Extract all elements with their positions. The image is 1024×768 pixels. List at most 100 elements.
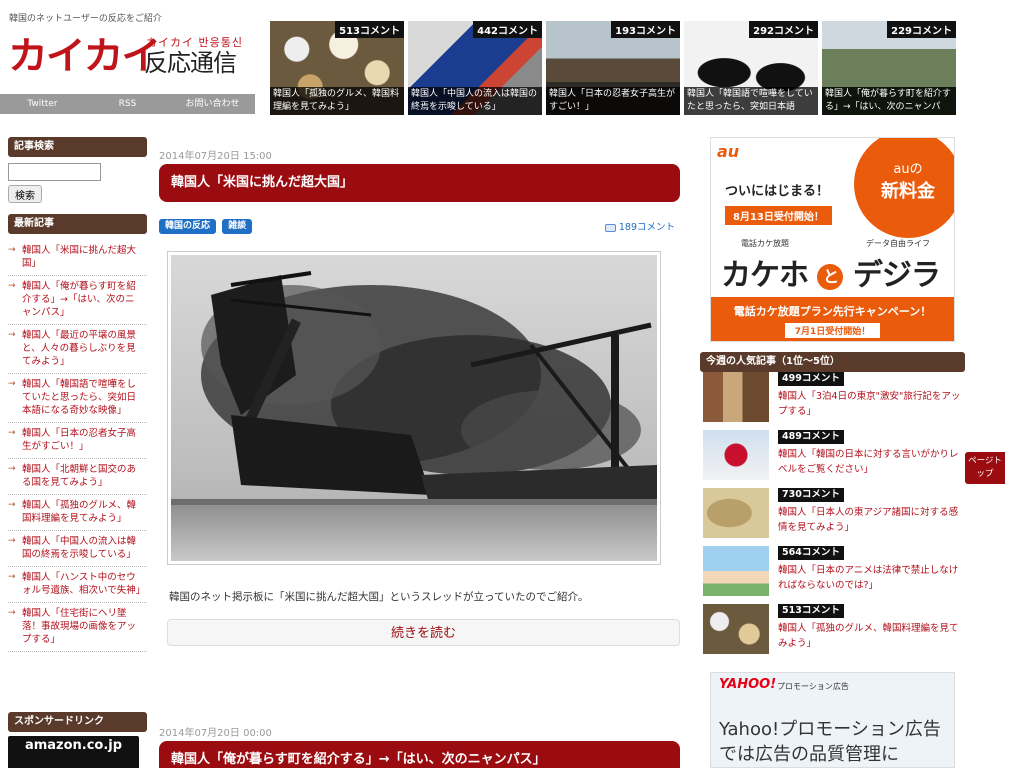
ad-tag-left: 電話カケ放題 [741,239,789,248]
popular-thumb-map [703,488,769,538]
popular-thumb-flag [703,430,769,480]
thumb-caption: 韓国人「韓国語で喧嘩をしていたと思ったら、突如日本語 [684,87,818,115]
list-item: 韓国人「中国人の流入は韓国の終焉を示唆している」 [8,531,147,567]
latest-link[interactable]: 韓国人「日本の忍者女子高生がすごい！」 [22,428,136,452]
search-button[interactable]: 検索 [8,185,42,203]
popular-count: 513コメント [778,604,844,618]
list-item: 韓国人「米国に挑んだ超大国」 [8,240,147,276]
list-item[interactable]: 489コメント 韓国人「韓国の日本に対する言いがかりレベルをご覧ください」 [700,430,965,488]
list-item: 韓国人「韓国語で喧嘩をしていたと思ったら、突如日本語になる奇妙な映像」 [8,374,147,423]
popular-thumb [703,372,769,422]
latest-link[interactable]: 韓国人「孤独のグルメ、韓国料理編を見てみよう」 [22,500,136,524]
thumb-comment-count: 442コメント [473,21,542,38]
post-photo[interactable] [167,251,661,565]
yahoo-label: プロモーション広告 [777,682,849,691]
ad-foot2: 7月1日受付開始！ [784,323,881,338]
comment-count[interactable]: 189コメント [604,219,675,233]
ad-footer: 電話カケ放題プラン先行キャンペーン！ 7月1日受付開始！ [711,297,954,341]
ad-line1: ついにはじまる！ [725,184,830,199]
thumb-comment-count: 229コメント [887,21,956,38]
nav-contact[interactable]: お問い合わせ [170,94,255,114]
au-ad-banner[interactable]: au auの 新料金 ついにはじまる！ 8月13日受付開始！ 電話カケ放題 デー… [710,137,955,342]
popular-title[interactable]: 韓国人「日本人の東アジア諸国に対する感情を見てみよう」 [778,505,965,535]
yahoo-ad-banner[interactable]: YAHOO! プロモーション広告 Yahoo!プロモーション広告では広告の品質管… [710,672,955,768]
latest-link[interactable]: 韓国人「北朝鮮と国交のある国を見てみよう」 [22,464,136,488]
latest-link[interactable]: 韓国人「中国人の流入は韓国の終焉を示唆している」 [22,536,136,560]
popular-title[interactable]: 韓国人「孤独のグルメ、韓国料理編を見てみよう」 [778,621,965,651]
search-heading: 記事検索 [8,137,147,157]
popular-title[interactable]: 韓国人「韓国の日本に対する言いがかりレベルをご覧ください」 [778,447,965,477]
sidebar-latest: 最新記事 韓国人「米国に挑んだ超大国」 韓国人「俺が暮らす町を紹介する」→「はい… [8,214,147,652]
battleship-photo [171,255,657,561]
latest-link[interactable]: 韓国人「米国に挑んだ超大国」 [22,245,136,269]
featured-thumbnails: 513コメント 韓国人「孤独のグルメ、韓国料理編を見てみよう」 442コメント … [270,21,956,115]
latest-link[interactable]: 韓国人「俺が暮らす町を紹介する」→「はい、次のニャンパス」 [22,281,136,318]
list-item: 韓国人「孤独のグルメ、韓国料理編を見てみよう」 [8,495,147,531]
thumb-caption: 韓国人「俺が暮らす町を紹介する」→「はい、次のニャンパ [822,87,956,115]
list-item: 韓国人「北朝鮮と国交のある国を見てみよう」 [8,459,147,495]
thumb-caption: 韓国人「孤独のグルメ、韓国料理編を見てみよう」 [270,87,404,115]
nav-rss[interactable]: RSS [85,94,170,114]
page-top-button[interactable]: ページトップ [965,452,1005,484]
comment-bubble-icon [604,223,616,232]
list-item[interactable]: 499コメント 韓国人「3泊4日の東京"激安"旅行記をアップする」 [700,372,965,430]
list-item[interactable]: 730コメント 韓国人「日本人の東アジア諸国に対する感情を見てみよう」 [700,488,965,546]
list-item: 韓国人「ハンスト中のセウォル号遺族、相次いで失神」 [8,567,147,603]
logo-sub: 反応通信 [144,49,237,77]
au-burst: auの 新料金 [854,138,954,238]
read-more-button[interactable]: 続きを読む [167,619,680,646]
popular-count: 564コメント [778,546,844,560]
latest-link[interactable]: 韓国人「韓国語で喧嘩をしていたと思ったら、突如日本語になる奇妙な映像」 [22,379,136,416]
tag-korea-reaction[interactable]: 韓国の反応 [159,219,217,234]
post-title[interactable]: 韓国人「米国に挑んだ超大国」 [159,164,680,202]
list-item: 韓国人「住宅街にヘリ墜落！事故現場の画像をアップする」 [8,603,147,652]
ad-big-left: カケホ [721,258,809,293]
popular-thumb-food [703,604,769,654]
sidebar-search: 記事検索 検索 [8,137,147,203]
ad-tags: 電話カケ放題 データ自由ライフ [741,238,930,249]
popular-count: 730コメント [778,488,844,502]
thumb-item[interactable]: 442コメント 韓国人「中国人の流入は韓国の終焉を示唆している」 [408,21,542,115]
ad-big-right: デジラ [852,258,941,293]
post-date: 2014年07月20日 00:00 [159,728,272,739]
site-tagline: 韓国のネットユーザーの反応をご紹介 [9,14,162,24]
latest-list: 韓国人「米国に挑んだ超大国」 韓国人「俺が暮らす町を紹介する」→「はい、次のニャ… [8,240,147,652]
search-input[interactable] [8,163,101,181]
yahoo-text: Yahoo!プロモーション広告では広告の品質管理に [719,719,941,765]
popular-title[interactable]: 韓国人「3泊4日の東京"激安"旅行記をアップする」 [778,389,965,419]
sidebar-sponsor: スポンサードリンク amazon.co.jp [8,712,147,768]
yahoo-logo: YAHOO! [719,677,777,692]
latest-link[interactable]: 韓国人「住宅街にヘリ墜落！事故現場の画像をアップする」 [22,608,136,645]
popular-count: 489コメント [778,430,844,444]
popular-title[interactable]: 韓国人「日本のアニメは法律で禁止しなければならないのでは?」 [778,563,965,593]
ad-foot1: 電話カケ放題プラン先行キャンペーン！ [733,305,932,318]
thumb-item[interactable]: 193コメント 韓国人「日本の忍者女子高生がすごい！」 [546,21,680,115]
ad-big-text: カケホ と デジラ [721,250,941,294]
latest-link[interactable]: 韓国人「最近の平壌の風景と、人々の暮らしぶりを見てみよう」 [22,330,136,367]
post-title[interactable]: 韓国人「俺が暮らす町を紹介する」→「はい、次のニャンパス」 [159,741,680,768]
list-item[interactable]: 564コメント 韓国人「日本のアニメは法律で禁止しなければならないのでは?」 [700,546,965,604]
ad-line2: 8月13日受付開始！ [725,206,832,225]
post-tags: 韓国の反応 雑談 189コメント [159,219,680,235]
list-item: 韓国人「俺が暮らす町を紹介する」→「はい、次のニャンパス」 [8,276,147,325]
thumb-item[interactable]: 292コメント 韓国人「韓国語で喧嘩をしていたと思ったら、突如日本語 [684,21,818,115]
sponsor-heading: スポンサードリンク [8,712,147,732]
burst-big: 新料金 [881,181,935,202]
site-logo[interactable]: カイカイ カイカイ 반응통신 反応通信 [8,34,258,82]
thumb-caption: 韓国人「中国人の流入は韓国の終焉を示唆している」 [408,87,542,115]
latest-link[interactable]: 韓国人「ハンスト中のセウォル号遺族、相次いで失神」 [22,572,145,596]
tag-chat[interactable]: 雑談 [222,219,253,234]
list-item[interactable]: 513コメント 韓国人「孤独のグルメ、韓国料理編を見てみよう」 [700,604,965,662]
post-2: 2014年07月20日 00:00 韓国人「俺が暮らす町を紹介する」→「はい、次… [159,724,680,768]
logo-main: カイカイ [8,34,161,78]
amazon-banner[interactable]: amazon.co.jp [8,736,139,768]
nav-twitter[interactable]: Twitter [0,94,85,114]
thumb-item[interactable]: 513コメント 韓国人「孤独のグルメ、韓国料理編を見てみよう」 [270,21,404,115]
popular-count: 499コメント [778,372,844,386]
comment-count-text: 189コメント [618,222,675,233]
top-nav: Twitter RSS お問い合わせ [0,94,255,114]
popular-thumb-anime [703,546,769,596]
post-excerpt: 韓国のネット掲示板に「米国に挑んだ超大国」というスレッドが立っていたのでご紹介。 [169,591,589,603]
thumb-item[interactable]: 229コメント 韓国人「俺が暮らす町を紹介する」→「はい、次のニャンパ [822,21,956,115]
list-item: 韓国人「日本の忍者女子高生がすごい！」 [8,423,147,459]
